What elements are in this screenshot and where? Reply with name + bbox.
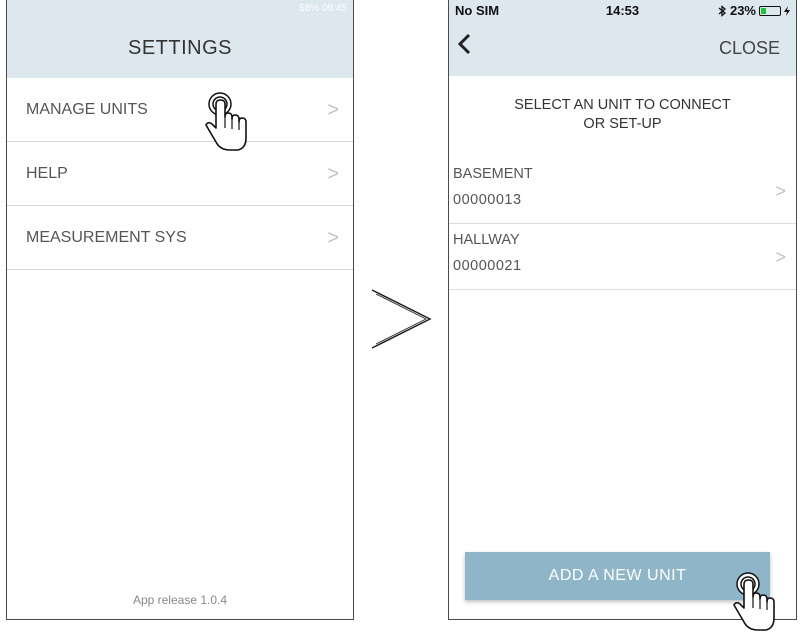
unit-list: BASEMENT 00000013 > HALLWAY 00000021 > xyxy=(449,158,796,290)
battery-icon xyxy=(759,5,781,16)
settings-screen: 58% 09:45 SETTINGS MANAGE UNITS > HELP >… xyxy=(6,0,354,620)
menu-item-label: MEASUREMENT SYS xyxy=(26,229,187,246)
instruction-line: OR SET-UP xyxy=(583,116,662,132)
unit-name: HALLWAY xyxy=(453,232,520,248)
tap-hand-icon xyxy=(205,92,247,151)
status-text: 58% 09:45 xyxy=(299,3,347,14)
page-title: SETTINGS xyxy=(7,18,353,78)
chevron-right-icon: > xyxy=(327,163,339,185)
battery-status: 23% xyxy=(718,3,790,18)
instruction-line: SELECT AN UNIT TO CONNECT xyxy=(514,97,731,113)
navigation-bar: CLOSE xyxy=(449,20,796,76)
menu-item-measurement-sys[interactable]: MEASUREMENT SYS > xyxy=(7,206,353,270)
status-bar: 58% 09:45 xyxy=(7,0,353,18)
unit-serial: 00000013 xyxy=(453,192,522,208)
settings-menu: MANAGE UNITS > HELP > MEASUREMENT SYS > xyxy=(7,78,353,270)
back-button[interactable] xyxy=(457,28,471,64)
chevron-right-icon: > xyxy=(327,99,339,121)
select-unit-screen: No SIM 14:53 23% CLOSE SELECT AN UNIT TO… xyxy=(448,0,797,620)
chevron-right-icon: > xyxy=(775,181,786,201)
unit-row-basement[interactable]: BASEMENT 00000013 > xyxy=(449,158,796,224)
menu-item-manage-units[interactable]: MANAGE UNITS > xyxy=(7,78,353,142)
tap-hand-icon xyxy=(733,572,775,631)
chevron-right-icon: > xyxy=(775,247,786,267)
battery-percent: 23% xyxy=(729,3,756,18)
charging-icon xyxy=(784,5,790,16)
unit-serial: 00000021 xyxy=(453,258,522,274)
instruction-text: SELECT AN UNIT TO CONNECT OR SET-UP xyxy=(449,96,796,134)
menu-item-label: MANAGE UNITS xyxy=(26,101,148,118)
next-step-arrow-icon xyxy=(371,289,432,349)
add-new-unit-button[interactable]: ADD A NEW UNIT xyxy=(465,552,770,600)
unit-name: BASEMENT xyxy=(453,166,533,182)
menu-item-help[interactable]: HELP > xyxy=(7,142,353,206)
status-bar: No SIM 14:53 23% xyxy=(449,0,796,20)
chevron-right-icon: > xyxy=(327,227,339,249)
chevron-left-icon xyxy=(457,33,471,55)
close-button[interactable]: CLOSE xyxy=(719,20,780,76)
app-release-label: App release 1.0.4 xyxy=(132,593,228,607)
menu-item-label: HELP xyxy=(26,165,68,182)
unit-row-hallway[interactable]: HALLWAY 00000021 > xyxy=(449,224,796,290)
bluetooth-icon xyxy=(718,4,726,17)
